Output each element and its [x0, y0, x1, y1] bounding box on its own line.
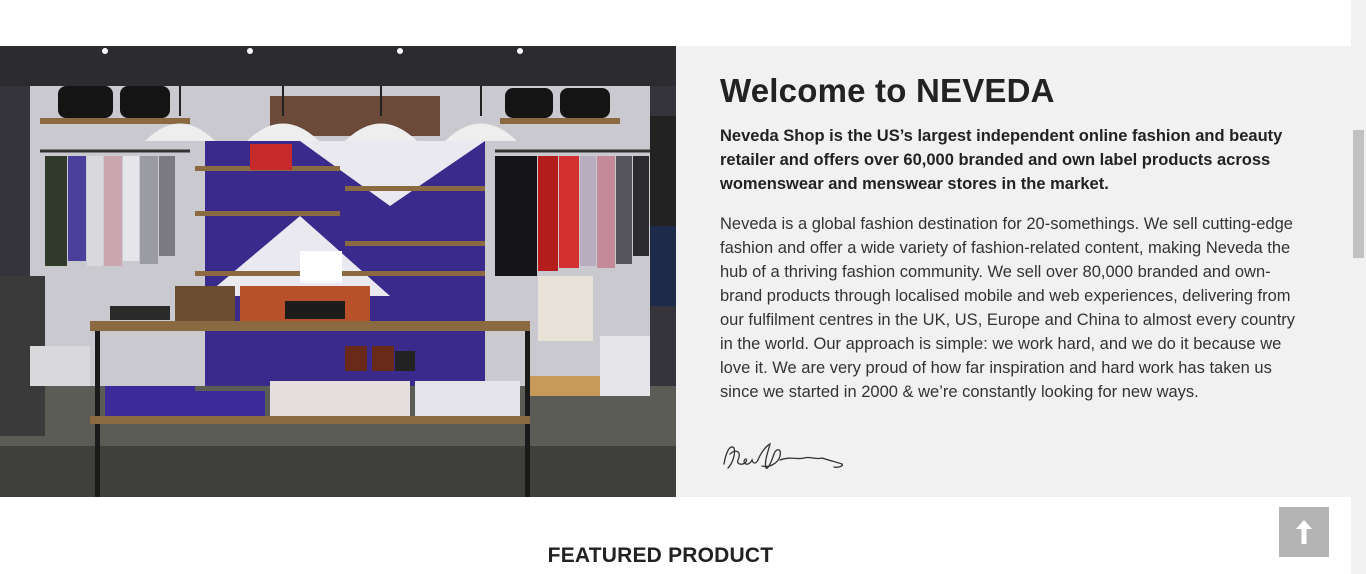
about-section: Welcome to NEVEDA Neveda Shop is the US’… [0, 46, 1351, 497]
about-text-panel: Welcome to NEVEDA Neveda Shop is the US’… [676, 46, 1351, 497]
store-photo [0, 46, 676, 497]
page: Welcome to NEVEDA Neveda Shop is the US’… [0, 0, 1351, 574]
vertical-scrollbar[interactable] [1351, 0, 1366, 574]
about-lead-paragraph: Neveda Shop is the US’s largest independ… [720, 127, 1283, 193]
arrow-up-icon [1296, 520, 1312, 544]
featured-product-title: FEATURED PRODUCT [547, 544, 774, 567]
about-body-paragraph: Neveda is a global fashion destination f… [720, 215, 1296, 401]
about-title: Welcome to NEVEDA [720, 72, 1055, 109]
scrollbar-thumb[interactable] [1353, 130, 1364, 258]
back-to-top-button[interactable] [1279, 507, 1329, 557]
store-interior-image [0, 46, 676, 497]
signature-image [723, 442, 844, 469]
